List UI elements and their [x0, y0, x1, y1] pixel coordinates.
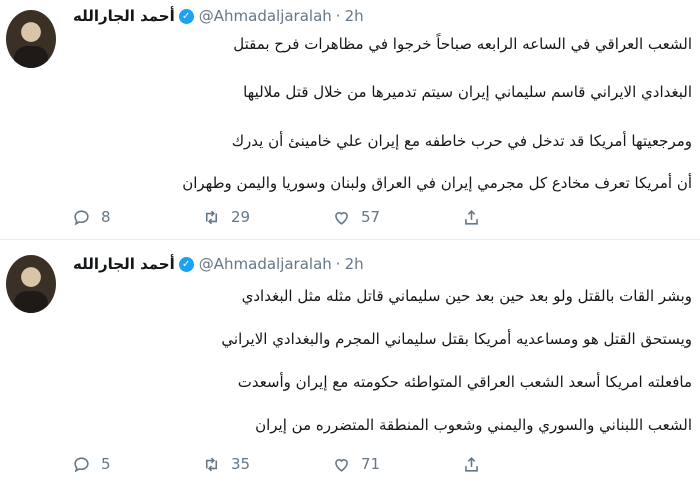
tweet-header: أحمد الجارالله ✓ @Ahmadaljaralah · 2h: [73, 253, 364, 275]
reply-icon: [74, 456, 89, 473]
retweet-count: 35: [231, 455, 251, 473]
tweet-time[interactable]: 2h: [345, 255, 364, 273]
tweet-line: الشعب اللبناني والسوري واليمني وشعوب الم…: [255, 416, 692, 434]
retweet-icon: [205, 457, 218, 471]
separator-dot: ·: [335, 255, 341, 273]
author-name[interactable]: أحمد الجارالله: [73, 255, 175, 273]
verified-badge-icon: ✓: [178, 256, 194, 272]
reply-count: 5: [101, 455, 111, 473]
share-button[interactable]: [462, 455, 592, 474]
avatar[interactable]: [6, 255, 56, 313]
tweet-line: ويستحق القتل هو ومساعديه أمريكا بقتل سلي…: [221, 330, 692, 348]
tweet-2: أحمد الجارالله ✓ @Ahmadaljaralah · 2h وب…: [0, 0, 700, 473]
retweet-button[interactable]: 35: [202, 455, 332, 474]
reply-button[interactable]: 5: [72, 455, 202, 474]
author-handle[interactable]: @Ahmadaljaralah: [199, 255, 332, 273]
tweet-line: وبشر القات بالقتل ولو بعد حين بعد حين سل…: [241, 287, 692, 305]
share-icon: [465, 456, 478, 472]
like-count: 71: [361, 455, 381, 473]
tweet-actions: 5 35 71: [72, 452, 592, 476]
like-button[interactable]: 71: [332, 455, 462, 474]
tweet-line: مافعلته امريكا أسعد الشعب العراقي المتوا…: [237, 373, 692, 391]
heart-icon: [335, 458, 348, 472]
